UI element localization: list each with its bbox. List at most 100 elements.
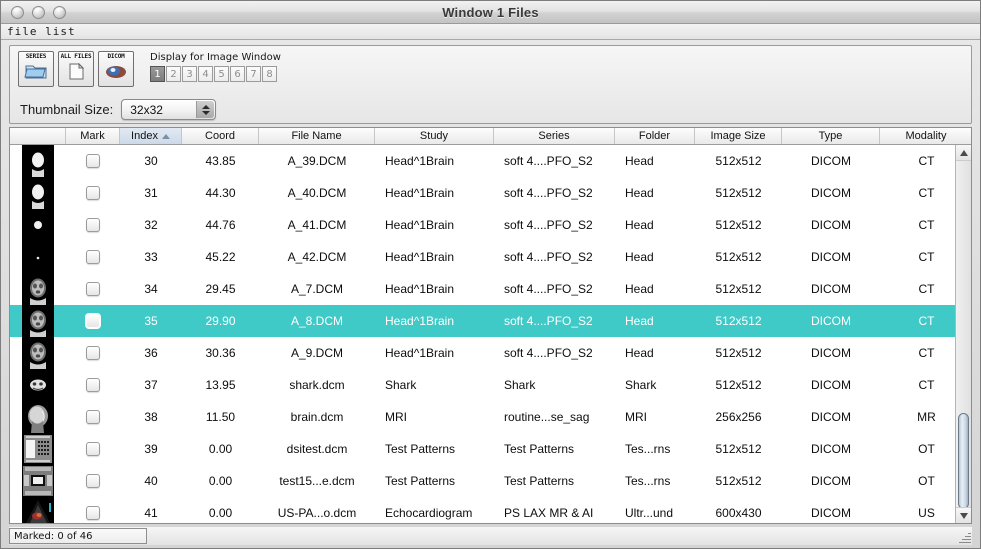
scrollbar-thumb[interactable]: [958, 413, 969, 509]
window-number-button-8[interactable]: 8: [262, 66, 277, 82]
cell-series: routine...se_sag: [494, 401, 615, 433]
scroll-down-arrow-icon[interactable]: [956, 507, 971, 523]
table-row[interactable]: 3529.90A_8.DCMHead^1Brainsoft 4....PFO_S…: [10, 305, 971, 337]
mark-checkbox[interactable]: [86, 218, 100, 232]
mark-checkbox[interactable]: [86, 314, 100, 328]
row-thumbnail: [10, 465, 66, 497]
column-header-label: Index: [131, 130, 158, 142]
dicom-button[interactable]: DICOM: [98, 51, 134, 87]
row-thumbnail: [10, 305, 66, 337]
mark-checkbox[interactable]: [86, 154, 100, 168]
column-header-label: Image Size: [710, 130, 765, 142]
file-list-window: Window 1 Files file list SERIES: [0, 0, 981, 549]
column-header-thumbnail[interactable]: [10, 128, 66, 144]
cell-file_name: test15...e.dcm: [259, 465, 375, 497]
all-files-button[interactable]: ALL FILES: [58, 51, 94, 87]
cell-index: 33: [120, 241, 182, 273]
cell-coord: 30.36: [182, 337, 259, 369]
zoom-button-icon[interactable]: [53, 6, 66, 19]
thumbnail-size-select[interactable]: 32x32: [121, 99, 216, 120]
cell-coord: 45.22: [182, 241, 259, 273]
column-header-coord[interactable]: Coord: [182, 128, 259, 144]
column-header-index[interactable]: Index: [120, 128, 182, 144]
mark-checkbox[interactable]: [86, 410, 100, 424]
mark-checkbox[interactable]: [86, 250, 100, 264]
vertical-scrollbar[interactable]: [955, 145, 971, 523]
column-header-label: Type: [819, 130, 843, 142]
title-bar[interactable]: Window 1 Files: [1, 1, 980, 24]
cell-folder: MRI: [615, 401, 695, 433]
table-row[interactable]: 410.00US-PA...o.dcmEchocardiogramPS LAX …: [10, 497, 971, 524]
column-header-type[interactable]: Type: [782, 128, 880, 144]
window-number-button-3[interactable]: 3: [182, 66, 197, 82]
cell-file_name: dsitest.dcm: [259, 433, 375, 465]
row-thumbnail: [10, 433, 66, 465]
column-header-label: Folder: [639, 130, 670, 142]
window-number-button-7[interactable]: 7: [246, 66, 261, 82]
resize-grip-icon[interactable]: [958, 531, 971, 544]
minimize-button-icon[interactable]: [32, 6, 45, 19]
mark-checkbox[interactable]: [86, 506, 100, 520]
series-button[interactable]: SERIES: [18, 51, 54, 87]
column-header-file_name[interactable]: File Name: [259, 128, 375, 144]
table-row[interactable]: 3811.50brain.dcmMRIroutine...se_sagMRI25…: [10, 401, 971, 433]
row-thumbnail: [10, 401, 66, 433]
column-header-series[interactable]: Series: [494, 128, 615, 144]
column-header-mark[interactable]: Mark: [66, 128, 120, 144]
table-row[interactable]: 3630.36A_9.DCMHead^1Brainsoft 4....PFO_S…: [10, 337, 971, 369]
window-number-button-4[interactable]: 4: [198, 66, 213, 82]
mark-checkbox[interactable]: [86, 346, 100, 360]
table-row[interactable]: 400.00test15...e.dcmTest PatternsTest Pa…: [10, 465, 971, 497]
mark-cell: [66, 497, 120, 524]
column-header-modality[interactable]: Modality: [880, 128, 972, 144]
cell-series: soft 4....PFO_S2: [494, 337, 615, 369]
mark-checkbox[interactable]: [86, 378, 100, 392]
cell-folder: Head: [615, 241, 695, 273]
row-thumbnail: [10, 145, 66, 177]
cell-coord: 0.00: [182, 465, 259, 497]
table-row[interactable]: 3345.22A_42.DCMHead^1Brainsoft 4....PFO_…: [10, 241, 971, 273]
cell-coord: 0.00: [182, 433, 259, 465]
mark-checkbox[interactable]: [86, 186, 100, 200]
window-number-button-5[interactable]: 5: [214, 66, 229, 82]
cell-type: DICOM: [782, 209, 880, 241]
cell-folder: Head: [615, 209, 695, 241]
mark-cell: [66, 145, 120, 177]
table-row[interactable]: 3713.95shark.dcmSharkSharkShark512x512DI…: [10, 369, 971, 401]
mark-checkbox[interactable]: [86, 474, 100, 488]
table-row[interactable]: 390.00dsitest.dcmTest PatternsTest Patte…: [10, 433, 971, 465]
column-header-image_size[interactable]: Image Size: [695, 128, 782, 144]
row-thumbnail: [10, 369, 66, 401]
window-title: Window 1 Files: [1, 5, 980, 20]
cell-study: Head^1Brain: [375, 337, 494, 369]
cell-folder: Head: [615, 177, 695, 209]
table-row[interactable]: 3144.30A_40.DCMHead^1Brainsoft 4....PFO_…: [10, 177, 971, 209]
cell-type: DICOM: [782, 241, 880, 273]
scroll-up-arrow-icon[interactable]: [956, 145, 971, 161]
row-thumbnail: [10, 177, 66, 209]
window-number-button-2[interactable]: 2: [166, 66, 181, 82]
mark-checkbox[interactable]: [86, 282, 100, 296]
column-header-study[interactable]: Study: [375, 128, 494, 144]
column-header-folder[interactable]: Folder: [615, 128, 695, 144]
cell-image_size: 512x512: [695, 241, 782, 273]
column-header-label: Series: [538, 130, 569, 142]
cell-study: Shark: [375, 369, 494, 401]
cell-type: DICOM: [782, 305, 880, 337]
window-number-buttons: 1 2 3 4 5 6 7 8: [150, 66, 281, 82]
toolbar-wrapper: SERIES ALL FILES: [1, 40, 980, 128]
table-row[interactable]: 3244.76A_41.DCMHead^1Brainsoft 4....PFO_…: [10, 209, 971, 241]
sort-ascending-icon: [162, 134, 170, 139]
cell-series: soft 4....PFO_S2: [494, 305, 615, 337]
cell-image_size: 512x512: [695, 369, 782, 401]
close-button-icon[interactable]: [11, 6, 24, 19]
row-thumbnail: [10, 497, 66, 524]
mark-checkbox[interactable]: [86, 442, 100, 456]
window-number-button-6[interactable]: 6: [230, 66, 245, 82]
table-row[interactable]: 3043.85A_39.DCMHead^1Brainsoft 4....PFO_…: [10, 145, 971, 177]
table-row[interactable]: 3429.45A_7.DCMHead^1Brainsoft 4....PFO_S…: [10, 273, 971, 305]
window-controls: [11, 6, 66, 19]
cell-series: Test Patterns: [494, 465, 615, 497]
window-number-button-1[interactable]: 1: [150, 66, 165, 82]
column-header-label: Study: [420, 130, 448, 142]
